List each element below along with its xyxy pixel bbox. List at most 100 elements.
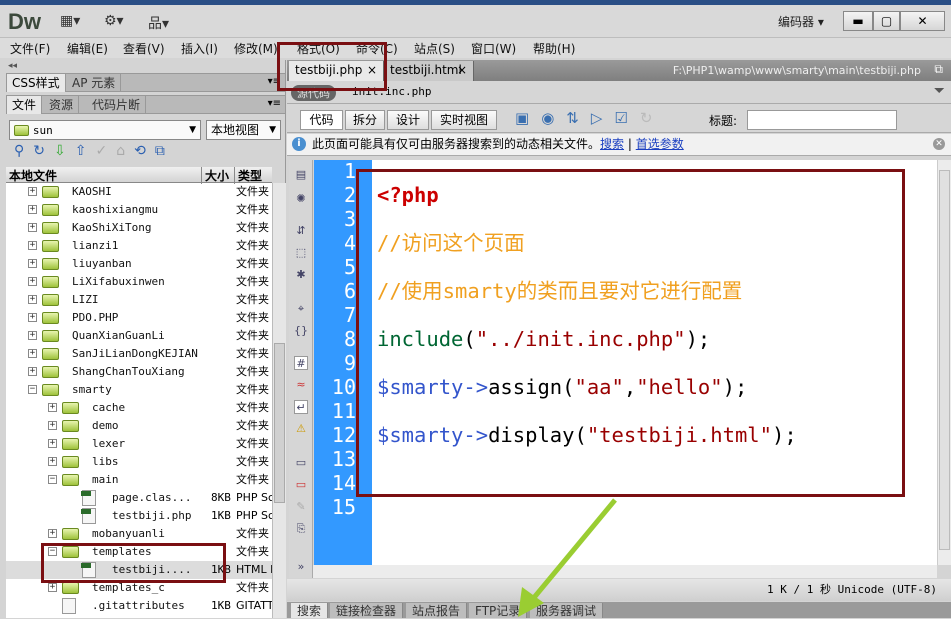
expand-icon[interactable]: + (28, 241, 37, 250)
tab-link-checker[interactable]: 链接检查器 (330, 603, 404, 618)
code-view-button[interactable]: 代码 (300, 110, 343, 130)
tree-row[interactable]: testbiji.php 1KB PHP Script (6, 507, 272, 525)
col-size[interactable]: 大小 (201, 167, 229, 184)
expand-icon[interactable]: + (28, 187, 37, 196)
collapse-selection-icon[interactable]: ⬚ (294, 246, 308, 260)
line-numbers-icon[interactable]: # (294, 356, 308, 370)
debug-icon[interactable]: ▷ (591, 109, 615, 127)
open-documents-icon[interactable]: ▤ (294, 168, 308, 182)
restore-icon[interactable]: ⧉ (934, 62, 943, 77)
multiscreen-icon[interactable]: ▣ (515, 109, 541, 127)
get-icon[interactable]: ⇩ (54, 143, 75, 159)
tree-row[interactable]: + QuanXianGuanLi 文件夹 (6, 327, 272, 345)
menu-modify[interactable]: 修改(M) (234, 40, 278, 57)
menu-file[interactable]: 文件(F) (10, 40, 50, 57)
tree-row[interactable]: − main 文件夹 (6, 471, 272, 489)
expand-icon[interactable]: + (48, 529, 57, 538)
tab-ap-elements[interactable]: AP 元素 (67, 74, 122, 92)
tree-row[interactable]: + SanJiLianDongKEJIAN 文件夹 (6, 345, 272, 363)
search-link[interactable]: 搜索 (600, 137, 624, 151)
close-tab-icon[interactable]: × (367, 61, 377, 80)
preferences-link[interactable]: 首选参数 (636, 137, 684, 151)
tree-row[interactable]: + demo 文件夹 (6, 417, 272, 435)
expand-icon[interactable]: + (48, 439, 57, 448)
tree-row[interactable]: + ShangChanTouXiang 文件夹 (6, 363, 272, 381)
tree-row[interactable]: testbiji.... 1KB HTML Document (6, 561, 272, 579)
more-tools-icon[interactable]: » (294, 560, 308, 574)
tree-row[interactable]: − smarty 文件夹 (6, 381, 272, 399)
tree-row[interactable]: + KAOSHI 文件夹 (6, 183, 272, 201)
browser-preview-icon[interactable]: ◉ (541, 109, 566, 127)
select-parent-tag-icon[interactable]: ⌖ (294, 302, 308, 316)
minimize-button[interactable]: ▬ (843, 11, 873, 31)
expand-all-icon[interactable]: ✱ (294, 268, 308, 282)
tree-row[interactable]: + mobanyuanli 文件夹 (6, 525, 272, 543)
recent-snippets-icon[interactable]: ⎘ (294, 522, 308, 536)
tree-row[interactable]: .gitattributes 1KB GITATTRIBUTES (6, 597, 272, 615)
tree-row[interactable]: + lexer 文件夹 (6, 435, 272, 453)
checkin-icon[interactable]: ⌂ (116, 143, 134, 159)
close-button[interactable]: ✕ (900, 11, 945, 31)
tab-files[interactable]: 文件 (7, 96, 43, 114)
tree-row[interactable]: + lianzi1 文件夹 (6, 237, 272, 255)
expand-icon[interactable]: + (28, 277, 37, 286)
related-file-init[interactable]: init.inc.php (352, 85, 431, 98)
tree-row[interactable]: + liuyanban 文件夹 (6, 255, 272, 273)
expand-icon[interactable]: + (28, 313, 37, 322)
menu-edit[interactable]: 编辑(E) (67, 40, 108, 57)
panel-menu-icon[interactable]: ▾≡ (268, 76, 281, 87)
close-tab-icon[interactable]: × (457, 61, 467, 80)
code-editor[interactable]: <?php //访问这个页面 //使用smarty的类而且要对它进行配置 includ… (372, 160, 937, 565)
tab-site-reports[interactable]: 站点报告 (406, 603, 468, 618)
expand-icon[interactable]: ⧉ (155, 143, 174, 159)
tree-row[interactable]: + kaoshixiangmu 文件夹 (6, 201, 272, 219)
collapse-icon[interactable]: ◂◂ (8, 61, 17, 71)
filter-icon[interactable]: ⏷ (934, 83, 945, 99)
collapse-icon[interactable]: − (48, 547, 57, 556)
expand-icon[interactable]: + (28, 205, 37, 214)
source-code-button[interactable]: 源代码 (291, 85, 336, 101)
split-view-button[interactable]: 拆分 (345, 110, 385, 130)
remove-comment-icon[interactable]: ▭ (294, 478, 308, 492)
tab-testbiji-php[interactable]: testbiji.php × (289, 61, 384, 81)
put-icon[interactable]: ⇧ (75, 143, 96, 159)
balance-braces-icon[interactable]: {} (294, 324, 308, 338)
expand-icon[interactable]: + (28, 331, 37, 340)
collapse-tag-icon[interactable]: ⇵ (294, 224, 308, 238)
menu-insert[interactable]: 插入(I) (181, 40, 218, 57)
menu-commands[interactable]: 命令(C) (356, 40, 398, 57)
view-select[interactable]: 本地视图 ▼ (206, 120, 281, 140)
col-local-files[interactable]: 本地文件 (9, 167, 57, 184)
col-type[interactable]: 类型 (234, 167, 262, 184)
gear-icon[interactable]: ⚙▾ (104, 13, 124, 29)
tree-row[interactable]: + templates_c 文件夹 (6, 579, 272, 597)
tab-css-styles[interactable]: CSS样式 (7, 74, 66, 92)
tree-row[interactable]: + LIZI 文件夹 (6, 291, 272, 309)
tab-assets[interactable]: 资源 (44, 96, 80, 114)
tab-search[interactable]: 搜索 (291, 603, 329, 618)
maximize-button[interactable]: ▢ (873, 11, 900, 31)
tree-row[interactable]: + LiXifabuxinwen 文件夹 (6, 273, 272, 291)
expand-icon[interactable]: + (28, 223, 37, 232)
expand-icon[interactable]: + (48, 403, 57, 412)
menu-help[interactable]: 帮助(H) (533, 40, 575, 57)
checkout-icon[interactable]: ✓ (95, 143, 116, 159)
connect-icon[interactable]: ⚲ (14, 143, 33, 159)
syntax-error-icon[interactable]: ⚠ (294, 422, 308, 436)
tab-testbiji-html[interactable]: testbiji.html × (384, 61, 474, 81)
collapse-icon[interactable]: − (48, 475, 57, 484)
refresh-icon[interactable]: ↻ (33, 143, 54, 159)
design-view-button[interactable]: 设计 (387, 110, 429, 130)
title-input[interactable] (747, 110, 897, 130)
menu-window[interactable]: 窗口(W) (471, 40, 516, 57)
site-icon[interactable]: 品▾ (148, 13, 169, 33)
tree-row[interactable]: + libs 文件夹 (6, 453, 272, 471)
refresh-icon[interactable]: ↻ (640, 109, 665, 127)
code-vertical-scrollbar[interactable] (937, 160, 951, 565)
collapse-icon[interactable]: − (28, 385, 37, 394)
workspace-switcher[interactable]: 编码器 ▾ (778, 13, 824, 30)
expand-icon[interactable]: + (28, 367, 37, 376)
menu-view[interactable]: 查看(V) (123, 40, 165, 57)
menu-site[interactable]: 站点(S) (414, 40, 455, 57)
scroll-thumb[interactable] (939, 170, 950, 550)
